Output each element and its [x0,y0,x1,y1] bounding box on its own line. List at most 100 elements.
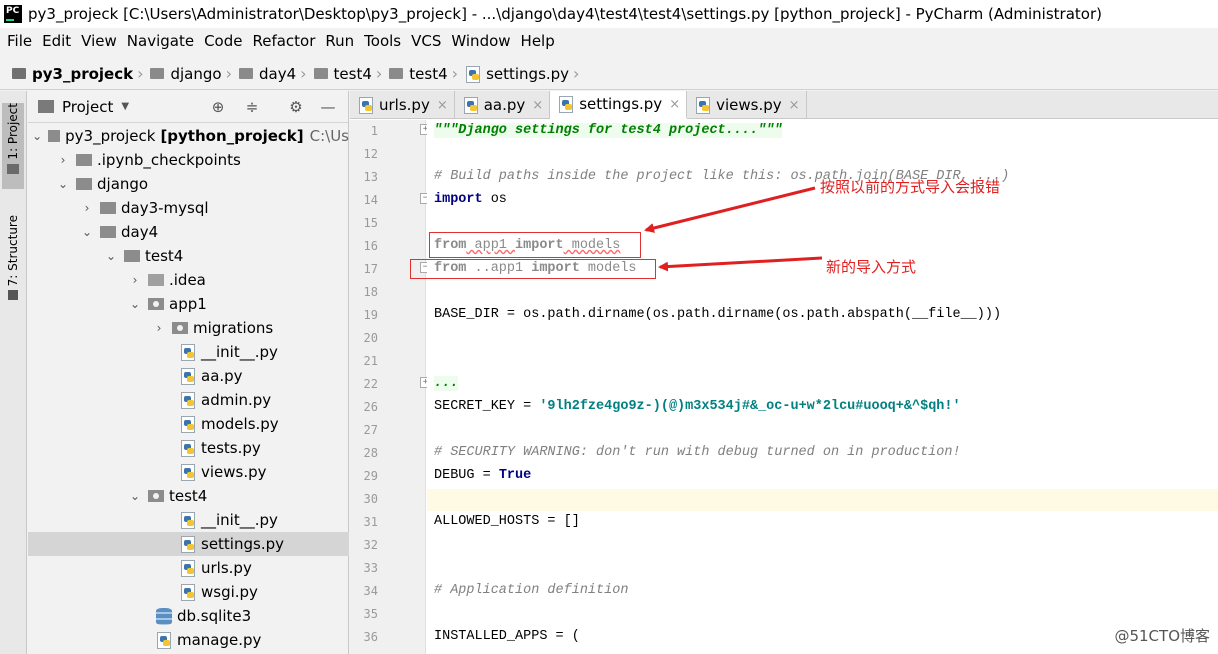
menu-tools[interactable]: Tools [359,32,406,50]
chevron-down-icon[interactable]: ⌄ [32,129,42,143]
tree-item-label: tests.py [201,439,261,457]
folder-icon [48,130,61,142]
line-number-gutter[interactable]: 1 12 13 14 15 16 17 18 19 20 21 22 26 27… [350,120,431,654]
title-bar: PC py3_projeck [C:\Users\Administrator\D… [0,0,1218,28]
tree-item-aa[interactable]: aa.py [28,364,349,388]
close-icon[interactable]: × [669,97,680,112]
chevron-down-icon[interactable]: ⌄ [80,225,94,239]
tree-item-tests[interactable]: tests.py [28,436,349,460]
editor-area: urls.py × aa.py × settings.py × views.py… [350,91,1218,654]
chevron-right-icon[interactable]: › [80,201,94,215]
tab-aa[interactable]: aa.py × [455,91,551,119]
watermark: @51CTO博客 [1114,627,1210,645]
code-line-19: BASE_DIR = os.path.dirname(os.path.dirna… [434,305,1001,325]
new-import-highlight-box [410,259,656,279]
menu-navigate[interactable]: Navigate [122,32,199,50]
line-number: 21 [363,354,378,368]
menu-vcs[interactable]: VCS [406,32,446,50]
chevron-down-icon[interactable]: ⌄ [56,177,70,191]
tree-item-manage[interactable]: manage.py [28,628,349,652]
menu-view[interactable]: View [76,32,122,50]
tree-item-views[interactable]: views.py [28,460,349,484]
tree-item-label: views.py [201,463,267,481]
tree-item-admin[interactable]: admin.py [28,388,349,412]
close-icon[interactable]: × [532,98,543,113]
menu-code[interactable]: Code [199,32,247,50]
tree-item-day3-mysql[interactable]: › day3-mysql [28,196,349,220]
code-line-36: INSTALLED_APPS = ( [434,627,580,647]
chevron-right-icon: › [451,64,459,83]
locate-icon[interactable]: ⊕ [208,97,228,117]
tree-item-wsgi[interactable]: wsgi.py [28,580,349,604]
tree-item-label: day3-mysql [121,199,209,217]
tab-label: aa.py [483,96,526,114]
new-import-annotation: 新的导入方式 [826,258,917,276]
tab-project-tool[interactable]: 1: Project [2,103,24,189]
tab-settings[interactable]: settings.py × [550,91,688,119]
close-icon[interactable]: × [789,98,800,113]
breadcrumb-label: day4 [258,64,297,83]
folder-icon [150,68,165,79]
hide-icon[interactable]: — [318,97,338,117]
python-file-icon [180,584,196,601]
tab-structure-tool[interactable]: 7: Structure [2,215,24,311]
tree-item-label: __init__.py [201,511,278,529]
string-literal: '9lh2fze4go9z-)(@)m3x534j#&_oc-u+w*2lcu#… [539,399,961,414]
menu-refactor[interactable]: Refactor [247,32,320,50]
tree-item-idea[interactable]: › .idea [28,268,349,292]
comment: # SECURITY WARNING: don't run with debug… [434,445,961,460]
tab-views[interactable]: views.py × [687,91,807,119]
tree-item-day4[interactable]: ⌄ day4 [28,220,349,244]
code-editor[interactable]: """Django settings for test4 project....… [427,120,1218,654]
tree-item-urls[interactable]: urls.py [28,556,349,580]
project-panel-title[interactable]: Project [62,98,113,116]
code-text: SECRET_KEY = [434,399,540,414]
chevron-down-icon[interactable]: ⌄ [128,489,142,503]
breadcrumb-item-django[interactable]: django › [150,64,239,83]
tree-item-migrations[interactable]: › migrations [28,316,349,340]
tree-item-app1-init[interactable]: __init__.py [28,340,349,364]
folder-icon [313,68,328,79]
menu-file[interactable]: File [2,32,37,50]
menu-edit[interactable]: Edit [37,32,76,50]
caret-down-icon[interactable]: ▼ [121,101,129,112]
menu-help[interactable]: Help [516,32,560,50]
code-text: INSTALLED_APPS = ( [434,629,580,644]
python-file-icon [180,416,196,433]
folded-code[interactable]: ... [434,376,459,391]
editor-tabs: urls.py × aa.py × settings.py × views.py… [350,91,1218,119]
tree-item-label: test4 [169,487,208,505]
gear-icon[interactable]: ⚙ [286,97,306,117]
tree-item-test4-init[interactable]: __init__.py [28,508,349,532]
chevron-down-icon[interactable]: ⌄ [104,249,118,263]
chevron-right-icon: › [137,64,144,83]
tree-item-ipynb-checkpoints[interactable]: › .ipynb_checkpoints [28,148,349,172]
tree-item-test4-inner[interactable]: ⌄ test4 [28,484,349,508]
breadcrumb-item-day4[interactable]: day4 › [238,64,314,83]
code-line-31: ALLOWED_HOSTS = [] [434,512,580,532]
breadcrumb-item-project[interactable]: py3_projeck › [12,64,150,83]
tree-item-settings[interactable]: settings.py [28,532,349,556]
python-file-icon [180,344,196,361]
close-icon[interactable]: × [437,98,448,113]
tree-item-root[interactable]: ⌄ py3_projeck [python_projeck] C:\Us [28,124,349,148]
chevron-right-icon[interactable]: › [128,273,142,287]
tree-item-models[interactable]: models.py [28,412,349,436]
chevron-right-icon[interactable]: › [152,321,166,335]
breadcrumb-item-test4-outer[interactable]: test4 › [313,64,390,83]
keyword: True [498,468,532,483]
breadcrumb-item-test4-inner[interactable]: test4 › [389,64,465,83]
tree-item-test4-outer[interactable]: ⌄ test4 [28,244,349,268]
tree-item-db-sqlite3[interactable]: db.sqlite3 [28,604,349,628]
chevron-down-icon[interactable]: ⌄ [128,297,142,311]
breadcrumb-item-settings[interactable]: settings.py › [465,64,586,83]
collapse-all-icon[interactable]: ≑ [242,97,262,117]
chevron-right-icon[interactable]: › [56,153,70,167]
menu-window[interactable]: Window [446,32,515,50]
tree-item-django[interactable]: ⌄ django [28,172,349,196]
code-line-28: # SECURITY WARNING: don't run with debug… [434,443,961,463]
tab-urls[interactable]: urls.py × [350,91,455,119]
line-number: 14 [363,193,378,207]
menu-run[interactable]: Run [320,32,359,50]
tree-item-app1[interactable]: ⌄ app1 [28,292,349,316]
